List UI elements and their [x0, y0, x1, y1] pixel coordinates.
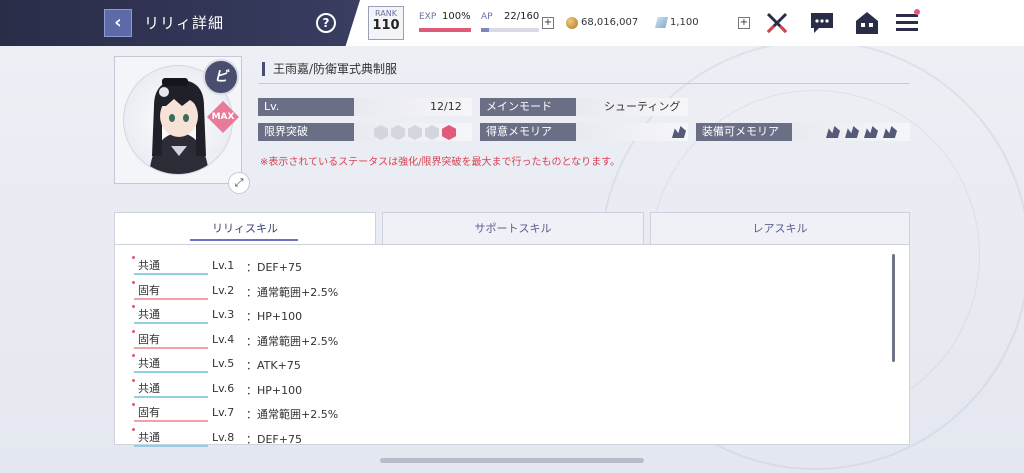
main-mode-value: シューティング: [604, 100, 681, 113]
swords-icon[interactable]: [764, 10, 790, 36]
ap-label: AP: [481, 12, 493, 22]
rank-box: RANK 110: [368, 6, 404, 40]
skill-level: Lv.7: [212, 406, 235, 419]
chevron-left-icon: ‹: [114, 12, 122, 33]
skill-row: 共通 Lv.5 ：ATK+75: [132, 354, 534, 374]
memoria-type-icon: [845, 126, 859, 138]
main-mode-label: メインモード: [480, 98, 576, 116]
skill-row: 固有 Lv.4 ：通常範囲+2.5%: [132, 329, 534, 350]
back-button[interactable]: ‹: [104, 9, 132, 37]
tab-support-skill[interactable]: サポートスキル: [382, 212, 644, 244]
skill-tag: 共通: [132, 354, 208, 373]
exp-label: EXP: [419, 12, 437, 22]
lv-value: 12/12: [430, 100, 462, 113]
skill-tag: 共通: [132, 378, 208, 398]
lv-label: Lv.: [258, 98, 354, 116]
gem-value: 1,100: [670, 17, 699, 28]
skill-tag: 固有: [132, 280, 208, 300]
tab-label: レアスキル: [752, 222, 808, 235]
skill-row: 共通 Lv.3 ：HP+100: [132, 305, 534, 325]
page-title: リリィ詳細: [144, 14, 225, 32]
exp-bar-fill: [419, 28, 471, 32]
skill-description: ：DEF+75: [246, 432, 302, 446]
memoria-type-icon: [864, 126, 878, 138]
character-portrait-frame[interactable]: ビ MAX: [114, 56, 242, 184]
equip-memoria-label: 装備可メモリア: [696, 123, 792, 141]
ap-bar-fill: [481, 28, 489, 32]
skill-tag: 固有: [132, 329, 208, 349]
specialty-memoria-icons: [672, 126, 686, 138]
tab-label: サポートスキル: [474, 222, 552, 235]
skill-description: ：通常範囲+2.5%: [246, 334, 339, 348]
expand-icon: ⤢: [234, 176, 244, 189]
skill-row: 共通 Lv.6 ：HP+100: [132, 378, 534, 399]
name-divider: [258, 83, 910, 84]
skill-level: Lv.4: [212, 332, 235, 346]
skill-description: ：HP+100: [246, 383, 303, 397]
skill-row: 固有 Lv.7 ：通常範囲+2.5%: [132, 403, 534, 423]
skill-level: Lv.3: [212, 308, 235, 321]
limit-break-step-empty: [408, 125, 422, 140]
skill-tag: 共通: [132, 427, 208, 447]
top-bar: ‹ リリィ詳細 ? RANK 110 EXP 100% AP 22/160 + …: [0, 0, 1024, 46]
ap-plus-button[interactable]: +: [542, 17, 554, 29]
gold-value: 68,016,007: [581, 17, 639, 28]
skill-description: ：DEF+75: [246, 261, 302, 274]
limit-break-label: 限界突破: [258, 123, 354, 141]
skill-row: 固有 Lv.2 ：通常範囲+2.5%: [132, 280, 534, 301]
gem-plus-button[interactable]: +: [738, 17, 750, 29]
skill-row: 共通 Lv.8 ：DEF+75: [132, 427, 534, 448]
rank-label: RANK: [375, 9, 397, 18]
ap-value: 22/160: [504, 11, 540, 22]
skill-level: Lv.8: [212, 430, 235, 444]
rank-value: 110: [372, 18, 400, 33]
skill-description: ：通常範囲+2.5%: [246, 408, 339, 421]
memoria-type-icon: [672, 126, 686, 138]
limit-break-step-empty: [425, 125, 439, 140]
skill-tag: 共通: [132, 305, 208, 324]
gem-icon: [655, 17, 668, 28]
chat-icon[interactable]: [809, 10, 835, 36]
active-tab-indicator: [190, 239, 298, 241]
skill-description: ：通常範囲+2.5%: [246, 285, 339, 299]
specialty-memoria-label: 得意メモリア: [480, 123, 576, 141]
skill-level: Lv.1: [212, 259, 235, 272]
skill-description: ：HP+100: [246, 310, 303, 323]
tab-label: リリィスキル: [212, 222, 278, 235]
expand-button[interactable]: ⤢: [228, 172, 250, 194]
skill-description: ：ATK+75: [246, 359, 301, 372]
type-badge: ビ: [203, 59, 239, 95]
limit-break-indicator: [374, 125, 456, 140]
skill-level: Lv.2: [212, 283, 235, 297]
skill-level: Lv.5: [212, 357, 235, 370]
ap-bar: [481, 28, 539, 32]
limit-break-step-filled: [442, 125, 456, 140]
memoria-type-icon: [826, 126, 840, 138]
character-name: 王雨嘉/防衛軍式典制服: [262, 62, 397, 76]
exp-bar: [419, 28, 471, 32]
status-notice: ※表示されているステータスは強化/限界突破を最大まで行ったものとなります。: [260, 157, 621, 168]
help-button[interactable]: ?: [316, 13, 336, 33]
skill-tag: 固有: [132, 403, 208, 422]
notification-dot: [914, 9, 920, 15]
limit-break-step-empty: [391, 125, 405, 140]
home-indicator[interactable]: [380, 458, 644, 463]
home-icon[interactable]: [854, 10, 880, 36]
skill-level: Lv.6: [212, 381, 235, 395]
skill-row: 共通 Lv.1 ：DEF+75: [132, 256, 534, 276]
gold-coin-icon: [566, 17, 578, 29]
limit-break-step-empty: [374, 125, 388, 140]
skill-tag: 共通: [132, 256, 208, 275]
scrollbar[interactable]: [892, 254, 895, 362]
exp-value: 100%: [442, 11, 471, 22]
equip-memoria-icons: [826, 126, 897, 138]
memoria-type-icon: [883, 126, 897, 138]
tab-rare-skill[interactable]: レアスキル: [650, 212, 910, 244]
